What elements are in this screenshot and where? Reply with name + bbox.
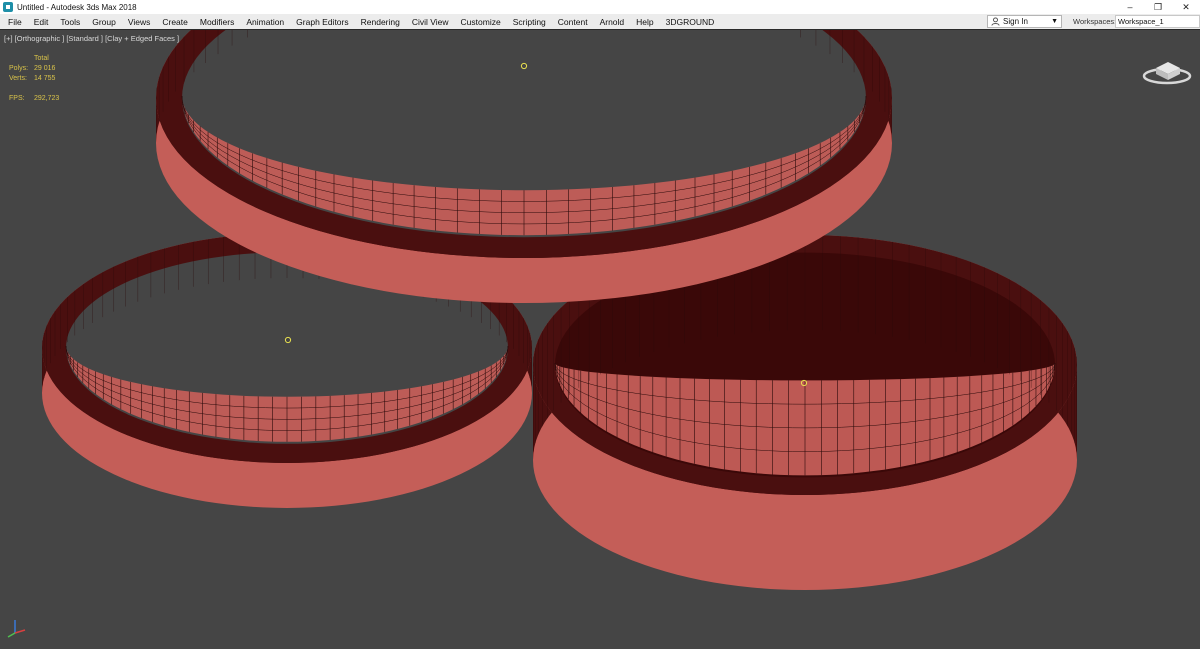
close-button[interactable]: ✕	[1172, 0, 1200, 14]
restore-button[interactable]: ❐	[1144, 0, 1172, 14]
stats-header: Total	[34, 55, 49, 62]
title-bar: Untitled - Autodesk 3ds Max 2018 – ❐ ✕	[0, 0, 1200, 14]
menu-content[interactable]: Content	[552, 17, 594, 27]
menu-help[interactable]: Help	[630, 17, 659, 27]
minimize-button[interactable]: –	[1116, 0, 1144, 14]
menu-scripting[interactable]: Scripting	[507, 17, 552, 27]
menu-tools[interactable]: Tools	[54, 17, 86, 27]
chevron-down-icon: ▼	[1051, 18, 1058, 25]
workspaces-label: Workspaces:	[1073, 17, 1117, 26]
polys-value: 29 016	[34, 65, 56, 72]
menu-create[interactable]: Create	[156, 17, 194, 27]
app-icon	[3, 2, 13, 12]
menu-arnold[interactable]: Arnold	[594, 17, 631, 27]
statistics-overlay: Total Polys: 29 016 Verts: 14 755 FPS: 292,…	[9, 54, 59, 104]
workspace-select[interactable]: Workspace_1	[1115, 15, 1200, 28]
sign-in-dropdown[interactable]: Sign In ▼	[987, 15, 1062, 28]
polys-label: Polys:	[9, 65, 29, 72]
viewport-orthographic[interactable]: [+] [Orthographic ] [Standard ] [Clay + …	[0, 29, 1200, 649]
menu-bar: File Edit Tools Group Views Create Modif…	[0, 14, 1200, 29]
menu-views[interactable]: Views	[122, 17, 157, 27]
window-title: Untitled - Autodesk 3ds Max 2018	[17, 2, 137, 12]
sign-in-label: Sign In	[1003, 17, 1028, 26]
menu-animation[interactable]: Animation	[240, 17, 290, 27]
window-controls: – ❐ ✕	[1116, 0, 1200, 14]
user-icon	[991, 17, 1000, 26]
viewport-label[interactable]: [+] [Orthographic ] [Standard ] [Clay + …	[4, 34, 179, 43]
menu-graph-editors[interactable]: Graph Editors	[290, 17, 354, 27]
menu-rendering[interactable]: Rendering	[355, 17, 406, 27]
menu-civil-view[interactable]: Civil View	[406, 17, 455, 27]
fps-label: FPS:	[9, 95, 25, 102]
fps-value: 292,723	[34, 95, 60, 102]
menu-3dground[interactable]: 3DGROUND	[660, 17, 721, 27]
scene-canvas[interactable]	[0, 30, 1200, 649]
viewcube-icon[interactable]	[1142, 62, 1192, 85]
menu-edit[interactable]: Edit	[28, 17, 55, 27]
menu-file[interactable]: File	[0, 17, 28, 27]
axis-gizmo-icon	[7, 620, 26, 638]
menu-group[interactable]: Group	[86, 17, 122, 27]
menu-modifiers[interactable]: Modifiers	[194, 17, 240, 27]
verts-value: 14 755	[34, 75, 56, 82]
verts-label: Verts:	[9, 75, 27, 82]
menu-customize[interactable]: Customize	[455, 17, 507, 27]
